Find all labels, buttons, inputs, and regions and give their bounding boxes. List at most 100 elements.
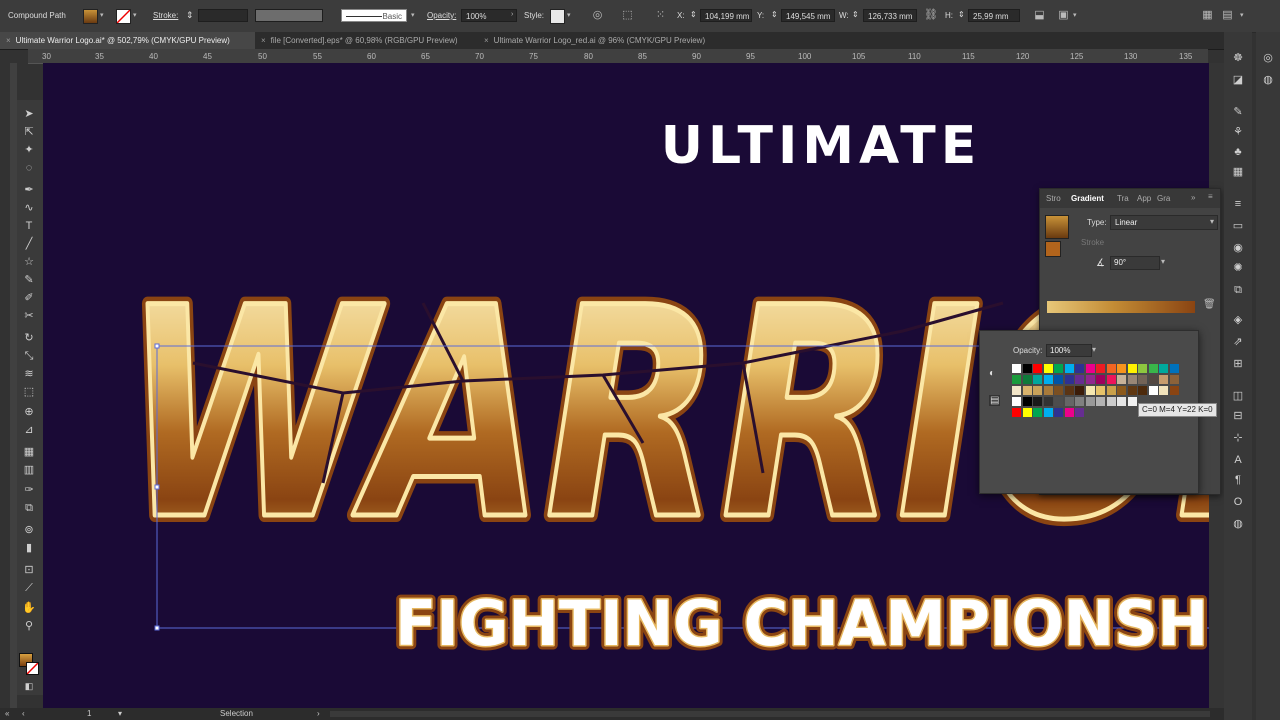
color-mode-icon[interactable]: ◐ [989,368,995,379]
color-swatch[interactable] [1075,375,1084,384]
arrange-documents-icon[interactable]: ▦ [1201,9,1214,22]
color-swatch[interactable] [1085,386,1095,395]
color-swatch[interactable] [1169,364,1179,373]
color-swatch[interactable] [1075,386,1084,395]
color-swatch[interactable] [1096,364,1105,373]
workspace-icon[interactable]: ▤ [1221,9,1234,22]
color-swatch[interactable] [1043,397,1053,406]
color-swatch[interactable] [1064,408,1074,417]
color-swatch[interactable] [1022,397,1032,406]
color-swatch[interactable] [1064,386,1074,395]
isolate-icon[interactable]: ▣ [1057,9,1070,22]
color-swatch[interactable] [1096,386,1105,395]
color-swatch[interactable] [1106,375,1116,384]
curvature-tool-icon[interactable]: ∿ [21,200,37,216]
color-swatch[interactable] [1054,386,1063,395]
panel-menu-icon[interactable]: ≡ [1208,192,1213,201]
color-swatch[interactable] [1096,397,1105,406]
brush-chevron-icon[interactable]: ▾ [411,11,415,19]
stroke-swatch[interactable] [116,9,131,24]
align-icon[interactable]: ⊟ [1230,408,1246,424]
color-swatch[interactable] [1138,364,1147,373]
color-swatch[interactable] [1054,397,1063,406]
transform-icon[interactable]: ⬓ [1033,9,1046,22]
fill-stroke-swatch[interactable] [1045,241,1061,257]
lasso-tool-icon[interactable]: ◌ [21,160,37,176]
status-menu-icon[interactable]: › [317,709,320,718]
color-swatch[interactable] [1054,375,1063,384]
h-input[interactable]: 25,99 mm [968,9,1020,22]
layers-icon[interactable]: ◈ [1230,312,1246,328]
color-swatch[interactable] [1117,364,1126,373]
star-tool-icon[interactable]: ☆ [21,254,37,270]
symbol-sprayer-tool-icon[interactable]: ⊚ [21,522,37,538]
tab-document-3[interactable]: × Ultimate Warrior Logo_red.ai @ 96% (CMY… [478,32,734,49]
color-swatch[interactable] [1054,364,1063,373]
blob-brush-tool-icon[interactable]: ✐ [21,290,37,306]
gradient-slider[interactable] [1047,301,1195,313]
x-stepper-icon[interactable]: ⇕ [690,10,697,19]
tab-document-1[interactable]: × Ultimate Warrior Logo.ai* @ 502,79% (CM… [0,32,255,49]
color-swatch[interactable] [1117,375,1126,384]
stroke-label[interactable]: Stroke: [153,11,178,20]
color-swatch[interactable] [1138,375,1147,384]
zoom-tool-icon[interactable]: ⚲ [21,618,37,634]
color-swatch[interactable] [1127,364,1137,373]
reference-point-icon[interactable]: ⁙ [654,9,667,22]
stroke-weight-stepper-icon[interactable]: ⇕ [186,10,194,21]
color-swatch[interactable] [1054,408,1063,417]
scale-tool-icon[interactable]: ⤡ [21,348,37,364]
align-to-selection-icon[interactable]: ⬚ [621,9,634,22]
stroke-color-box[interactable] [26,662,39,675]
horizontal-scrollbar[interactable] [330,711,1210,717]
color-swatch[interactable] [1043,408,1053,417]
shape-builder-tool-icon[interactable]: ⊕ [21,404,37,420]
warp-tool-icon[interactable]: ≋ [21,366,37,382]
x-input[interactable]: 104,199 mm [700,9,752,22]
asset-export-icon[interactable]: ⊞ [1230,356,1246,372]
color-swatch[interactable] [1075,364,1084,373]
collapsed-panel-icon[interactable]: ◍ [1260,72,1276,88]
color-swatch[interactable] [1138,386,1147,395]
transform-panel-icon[interactable]: ⊹ [1230,430,1246,446]
selection-tool-icon[interactable]: ➤ [21,106,37,122]
tab-appearance[interactable]: App [1137,194,1151,203]
color-swatch[interactable] [1148,386,1158,395]
horizontal-ruler[interactable]: 30 35 40 45 50 55 60 65 70 75 80 85 90 9… [28,49,1208,64]
color-swatch[interactable] [1022,408,1032,417]
color-swatch[interactable] [1159,386,1168,395]
artboard-number[interactable]: 1 [87,709,91,718]
stroke-dropdown-chevron-icon[interactable]: ▾ [133,11,137,19]
color-swatch[interactable] [1033,397,1042,406]
color-swatch[interactable] [1159,375,1168,384]
direct-selection-tool-icon[interactable]: ⇱ [21,124,37,140]
color-swatch[interactable] [1022,386,1032,395]
color-swatch[interactable] [1148,375,1158,384]
appearance-icon[interactable]: ☸ [1230,50,1246,66]
color-swatch[interactable] [1096,375,1105,384]
glyphs-icon[interactable]: ◍ [1230,516,1246,532]
transparency-icon[interactable]: ◉ [1230,240,1246,256]
tab-gradient[interactable]: Gradient [1071,194,1104,203]
color-swatch[interactable] [1064,364,1074,373]
brush-definition-select[interactable]: Basic [341,9,407,22]
type-tool-icon[interactable]: T [21,218,37,234]
drawing-modes-icon[interactable]: ◧ [21,678,37,694]
selection-handle[interactable] [154,343,160,349]
style-swatch[interactable] [550,9,565,24]
panel-collapse-icon[interactable]: » [1191,193,1195,202]
color-swatch[interactable] [1033,375,1042,384]
variable-width-profile[interactable] [255,9,323,22]
opacity-chevron-icon[interactable]: ▾ [1092,345,1096,354]
perspective-grid-tool-icon[interactable]: ⊿ [21,422,37,438]
angle-chevron-icon[interactable]: ▾ [1161,257,1165,266]
color-swatch[interactable] [1043,364,1053,373]
color-swatch[interactable] [1085,364,1095,373]
links-icon[interactable]: ⇗ [1230,334,1246,350]
color-swatch[interactable] [1117,397,1126,406]
slice-tool-icon[interactable]: ⟋ [21,580,37,596]
rotate-tool-icon[interactable]: ↻ [21,330,37,346]
color-swatch[interactable] [1033,408,1042,417]
mesh-tool-icon[interactable]: ▦ [21,444,37,460]
magic-wand-tool-icon[interactable]: ✦ [21,142,37,158]
